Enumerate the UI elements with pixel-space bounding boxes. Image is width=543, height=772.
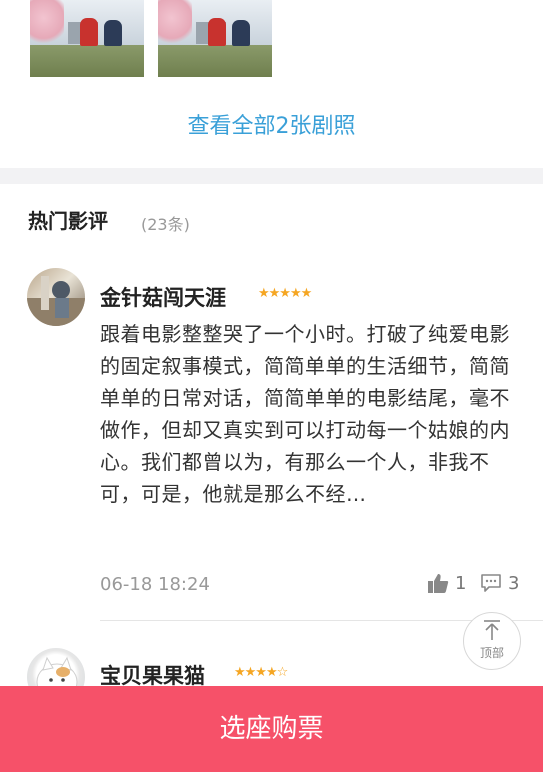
avatar[interactable] — [27, 268, 85, 326]
still-thumbnail-1[interactable] — [30, 0, 144, 77]
review-timestamp: 06-18 18:24 — [100, 574, 210, 595]
star-rating: ★★★★★ — [258, 286, 312, 301]
view-all-stills-link[interactable]: 查看全部2张剧照 — [0, 108, 543, 140]
review-text[interactable]: 跟着电影整整哭了一个小时。打破了纯爱电影的固定叙事模式，简简单单的生活细节，简简… — [100, 318, 525, 510]
stills-section: 查看全部2张剧照 — [0, 0, 543, 168]
comment-button[interactable]: 3 — [480, 572, 519, 594]
like-count: 1 — [455, 572, 467, 594]
comment-count: 3 — [508, 572, 520, 594]
section-divider — [0, 168, 543, 184]
still-thumbnail-2[interactable] — [158, 0, 272, 77]
arrow-up-icon — [481, 619, 503, 645]
review-username[interactable]: 金针菇闯天涯 — [100, 282, 226, 312]
buy-tickets-button[interactable]: 选座购票 — [0, 686, 543, 772]
hot-reviews-title: 热门影评 — [28, 209, 108, 233]
star-rating: ★★★★☆ — [234, 665, 288, 680]
hot-reviews-count: (23条) — [141, 215, 190, 234]
like-button[interactable]: 1 — [427, 572, 466, 594]
thumbs-up-icon — [427, 572, 449, 594]
back-to-top-button[interactable]: 顶部 — [463, 612, 521, 670]
comment-icon — [480, 572, 502, 594]
back-to-top-label: 顶部 — [479, 646, 504, 660]
